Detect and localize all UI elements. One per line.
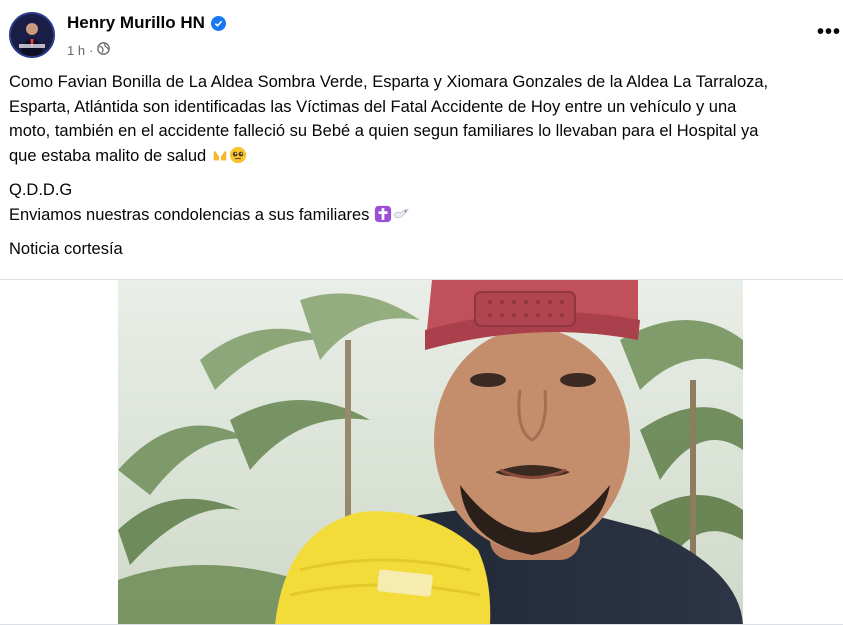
post-text-line: Como Favian Bonilla de La Aldea Sombra V… — [9, 73, 769, 91]
post-meta: 1 h · — [67, 42, 111, 58]
post-text-line: moto, también en el accidente falleció s… — [9, 122, 759, 140]
latin-cross-emoji — [374, 205, 392, 222]
post-text-segment: Enviamos nuestras condolencias a sus fam… — [9, 205, 370, 224]
post-time[interactable]: 1 h — [67, 43, 85, 58]
globe-icon — [97, 42, 111, 58]
author-name[interactable]: Henry Murillo HN — [67, 13, 205, 33]
post-text-segment: que estaba malito de salud — [9, 146, 207, 165]
post-text-line: Esparta, Atlántida son identificadas las… — [9, 97, 737, 116]
author-avatar[interactable] — [9, 12, 55, 58]
pleading-face-emoji — [229, 146, 246, 163]
raised-hands-emoji — [213, 150, 227, 160]
post-text: Como Favian Bonilla de La Aldea Sombra V… — [9, 70, 843, 262]
post-text-line-with-emoji: que estaba malito de salud — [9, 144, 843, 169]
post-header: Henry Murillo HN 1 h · ••• — [0, 0, 843, 70]
post-text-line: Noticia cortesía — [9, 240, 123, 258]
more-options-button[interactable]: ••• — [817, 22, 841, 42]
post-photo-container — [0, 280, 843, 625]
meta-separator: · — [89, 42, 94, 58]
post-text-line: Q.D.D.G — [9, 181, 73, 199]
author-name-row: Henry Murillo HN — [67, 13, 226, 33]
verified-badge-icon — [210, 15, 226, 31]
post-text-line-with-emoji: Enviamos nuestras condolencias a sus fam… — [9, 203, 843, 228]
dove-emoji — [393, 208, 409, 218]
post-photo[interactable] — [0, 280, 843, 625]
